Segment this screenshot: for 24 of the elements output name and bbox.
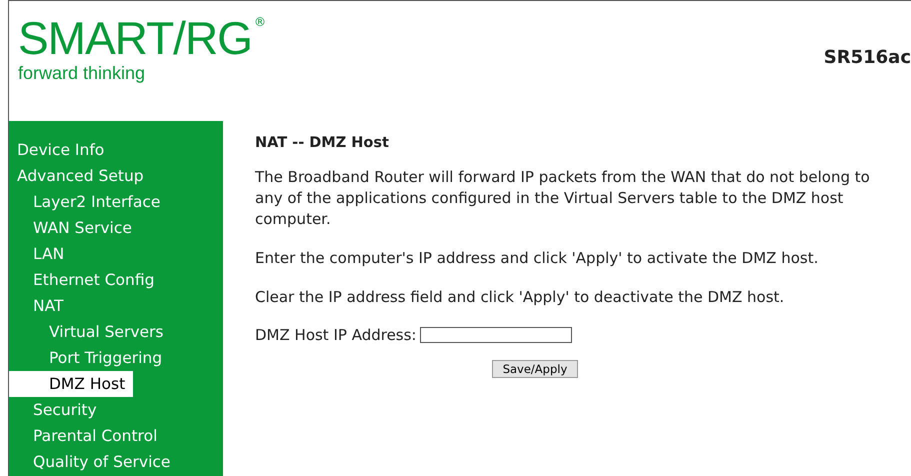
description-text: Clear the IP address field and click 'Apply' to deactivate the DMZ host.	[255, 287, 786, 308]
sidebar-item[interactable]: NAT	[9, 293, 72, 319]
sidebar-item[interactable]: Device Info	[9, 137, 112, 163]
sidebar-item[interactable]: DMZ Host	[9, 371, 134, 397]
sidebar-item[interactable]: LAN	[9, 241, 72, 267]
sidebar-item[interactable]: Virtual Servers	[9, 319, 172, 345]
logo-tagline: forward thinking	[18, 63, 146, 84]
save-apply-button[interactable]: Save/Apply	[492, 360, 578, 378]
sidebar-item[interactable]: Layer2 Interface	[9, 189, 168, 215]
sidebar-item[interactable]: Port Triggering	[9, 345, 170, 371]
description-text: Enter the computer's IP address and click 'Apply' to activate the DMZ host.	[255, 248, 820, 269]
sidebar-item[interactable]: WAN Service	[9, 215, 140, 241]
sidebar-item[interactable]: Security	[9, 397, 105, 423]
sidebar-item[interactable]: Advanced Setup	[9, 163, 152, 189]
field-label: DMZ Host IP Address:	[255, 326, 416, 344]
logo-wordmark: SMART/RG	[18, 15, 252, 61]
sidebar-item[interactable]: Quality of Service	[9, 449, 178, 475]
description-text: The Broadband Router will forward IP packets from the WAN that do not belong to any of the applications configured in the Virtual Servers table to the DMZ host computer.	[255, 167, 871, 230]
sidebar-item[interactable]: Parental Control	[9, 423, 166, 449]
page-title: NAT -- DMZ Host	[255, 135, 390, 151]
registered-mark: ®	[254, 15, 266, 29]
ip-address-field[interactable]	[420, 327, 572, 343]
model-name: SR516ac	[824, 47, 911, 68]
sidebar-item[interactable]: Ethernet Config	[9, 267, 162, 293]
